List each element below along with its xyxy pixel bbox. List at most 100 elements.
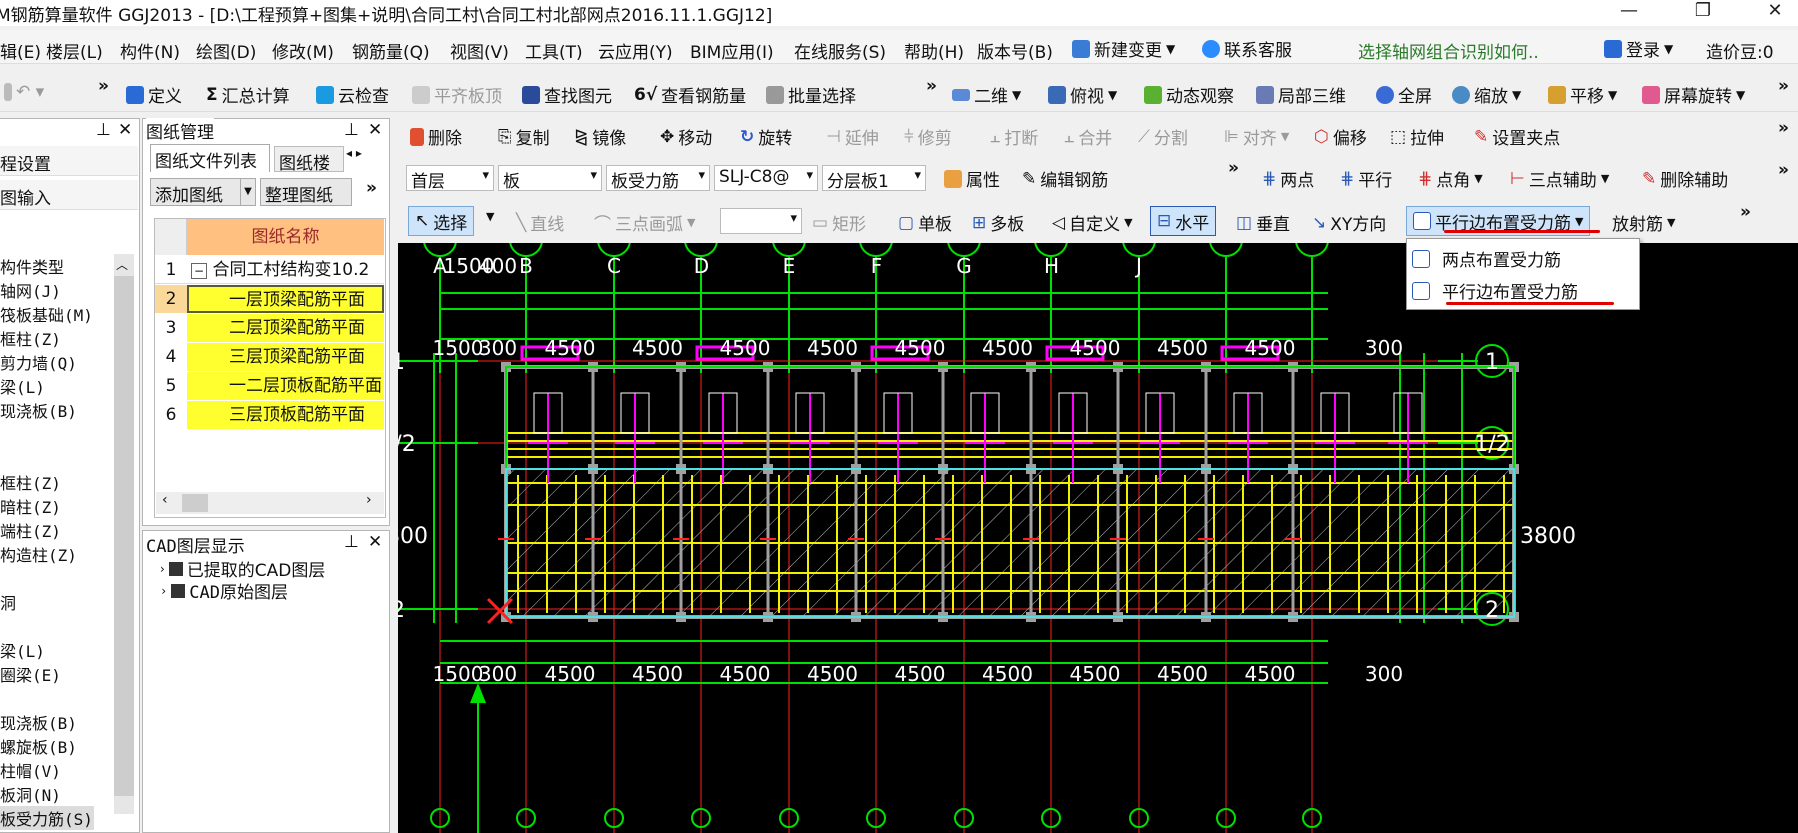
toolbar-overflow[interactable]: » [98,76,109,96]
support-button[interactable]: 联系客服 [1202,36,1292,61]
break-button[interactable]: ⫠ 打断 [990,124,1038,150]
view-rebar-button[interactable]: 6√ 查看钢筋量 [634,82,746,108]
tree-item-column-cap[interactable]: 柱帽(V) [0,758,61,782]
close-button[interactable]: ✕ [1752,0,1798,26]
local-3d-button[interactable]: 局部三维 [1256,82,1346,107]
project-settings-tab[interactable]: 程设置 [0,146,138,176]
view-2d-dropdown[interactable]: 二维 ▼ [952,82,1021,107]
pin-icon[interactable]: ⊥ [96,120,111,140]
tree-item-end-column[interactable]: 端柱(Z) [0,518,61,542]
maximize-button[interactable]: ❐ [1680,0,1726,26]
xy-direction-button[interactable]: ↘ XY方向 [1312,210,1386,236]
chevron-down-icon[interactable]: ▼ [240,178,256,206]
table-row[interactable]: 一二层顶板配筋平面 [187,372,384,400]
menu-component[interactable]: 构件(N) [120,38,180,63]
minimize-button[interactable]: — [1606,0,1652,26]
arc-button[interactable]: ⌒ 三点画弧 ▼ [594,210,695,235]
pin-icon[interactable]: ⊥ [344,532,359,552]
tab-scroll-icon[interactable]: ◂ ▸ [346,146,362,160]
tree-item-slab-rebar[interactable]: 板受力筋(S) [0,806,94,830]
tree-item-frame-column-2[interactable]: 框柱(Z) [0,470,61,494]
table-row[interactable]: 二层顶梁配筋平面 [187,314,384,342]
checkbox-icon[interactable] [168,561,183,576]
component-scrollbar-thumb[interactable] [114,276,134,796]
panel-close-icon[interactable]: ✕ [368,120,382,140]
top-view-dropdown[interactable]: 俯视 ▼ [1048,82,1117,107]
toolbar3-overflow-right[interactable]: » [1778,160,1789,180]
menu-floor[interactable]: 楼层(L) [46,38,103,63]
rotate-button[interactable]: ↻ 旋转 [740,124,792,150]
toolbar3-overflow[interactable]: » [1228,158,1239,178]
tree-item-shear-wall[interactable]: 剪力墙(Q) [0,350,77,374]
dynamic-view-button[interactable]: 动态观察 [1144,82,1234,107]
two-point-button[interactable]: ⋕ 两点 [1262,166,1314,192]
tab-drawing-files[interactable]: 图纸文件列表 [150,144,270,172]
table-row[interactable]: 三层顶板配筋平面 [187,401,384,429]
merge-button[interactable]: ⫠ 合并 [1064,124,1112,150]
multi-slab-button[interactable]: ⊞ 多板 [972,210,1024,236]
new-change-button[interactable]: 新建变更 ▼ [1072,36,1175,61]
menu-view[interactable]: 视图(V) [450,38,509,63]
toolbar-overflow-2[interactable]: » [926,76,937,96]
hint-link[interactable]: 选择轴网组合识别如何.. [1358,38,1539,63]
component-type-select[interactable]: 板 [498,165,602,191]
menu-rebar[interactable]: 钢筋量(Q) [352,38,430,63]
tab-drawing-floor[interactable]: 图纸楼 [274,146,344,172]
chevron-up-icon[interactable]: ︿ [116,256,128,273]
select-button[interactable]: ↖ 选择 [408,206,475,236]
fullscreen-button[interactable]: 全屏 [1376,82,1432,107]
delete-button[interactable]: 删除 [410,124,462,149]
rotate-screen-dropdown[interactable]: 屏幕旋转 ▼ [1642,82,1745,107]
stretch-button[interactable]: ⬚ 拉伸 [1390,124,1444,150]
undo-icon[interactable]: ↶ ▾ [16,82,44,102]
parallel-button[interactable]: ⋕ 平行 [1340,166,1392,192]
toolbar2-overflow-right[interactable]: » [1778,118,1789,138]
component-subtype-select[interactable]: 板受力筋 [606,165,710,191]
panel-close-icon[interactable]: ✕ [368,532,382,552]
tree-item-opening[interactable]: 洞 [0,590,16,614]
toolbar1-overflow[interactable]: » [1778,76,1789,96]
pin-icon[interactable]: ⊥ [344,120,359,140]
tree-item-beam[interactable]: 梁(L) [0,374,45,398]
tree-item-raft[interactable]: 筏板基础(M) [0,302,93,326]
summary-calc-button[interactable]: Σ 汇总计算 [206,82,290,108]
tree-item-spiral-slab[interactable]: 螺旋板(B) [0,734,77,758]
property-button[interactable]: 属性 [944,166,1000,191]
drawing-input-tab[interactable]: 图输入 [0,180,138,210]
tree-item-slab-hole[interactable]: 板洞(N) [0,782,61,806]
tree-item-frame-column[interactable]: 框柱(Z) [0,326,61,350]
three-point-aux-dropdown[interactable]: ⊢ 三点辅助 ▼ [1510,166,1609,192]
menu-online[interactable]: 在线服务(S) [794,38,886,63]
checkbox-icon[interactable] [171,583,186,598]
table-h-scrollbar-thumb[interactable] [182,494,208,512]
copy-button[interactable]: ⎘ 复制 [498,124,550,150]
edit-rebar-button[interactable]: ✎ 编辑钢筋 [1022,166,1108,192]
tree-item-hidden-column[interactable]: 暗柱(Z) [0,494,61,518]
menu-draw[interactable]: 绘图(D) [196,38,256,63]
offset-button[interactable]: ⬡ 偏移 [1314,124,1367,150]
layer-original[interactable]: › CAD原始图层 [160,578,288,603]
menu-cloud[interactable]: 云应用(Y) [598,38,673,63]
cloud-check-button[interactable]: 云检查 [316,82,389,107]
menu-edit[interactable]: 辑(E) [0,38,41,63]
drawing-overflow[interactable]: » [366,178,377,198]
menu-item-parallel-edge-rebar[interactable]: 平行边布置受力筋 [1412,278,1578,303]
panel-close-icon[interactable]: ✕ [118,120,132,140]
line-button[interactable]: ╲ 直线 [516,210,564,236]
menu-modify[interactable]: 修改(M) [272,38,334,63]
align-top-button[interactable]: 平齐板顶 [412,82,502,107]
add-drawing-button[interactable]: 添加图纸 [150,178,242,206]
align-dropdown[interactable]: ⊫ 对齐 ▼ [1224,124,1289,150]
rebar-spec-select[interactable]: SLJ-C8@ [714,165,818,191]
table-row[interactable]: 一层顶梁配筋平面 [187,285,384,313]
tree-item-axis[interactable]: 轴网(J) [0,278,61,302]
tree-item-beam-2[interactable]: 梁(L) [0,638,45,662]
chevron-right-icon[interactable]: › [366,492,372,508]
split-button[interactable]: ⟋ 分割 [1138,124,1188,150]
login-button[interactable]: 登录 ▼ [1604,36,1673,61]
vertical-button[interactable]: ◫ 垂直 [1236,210,1290,236]
cad-canvas[interactable]: A 1500 400 B C D E F G H J 1500 300 4500 4500 4500 4500 4… [398,243,1798,833]
draw-mode-select[interactable] [720,208,802,234]
radial-rebar-dropdown[interactable]: 放射筋 ▼ [1612,210,1675,235]
move-button[interactable]: ✥ 移动 [660,124,712,150]
